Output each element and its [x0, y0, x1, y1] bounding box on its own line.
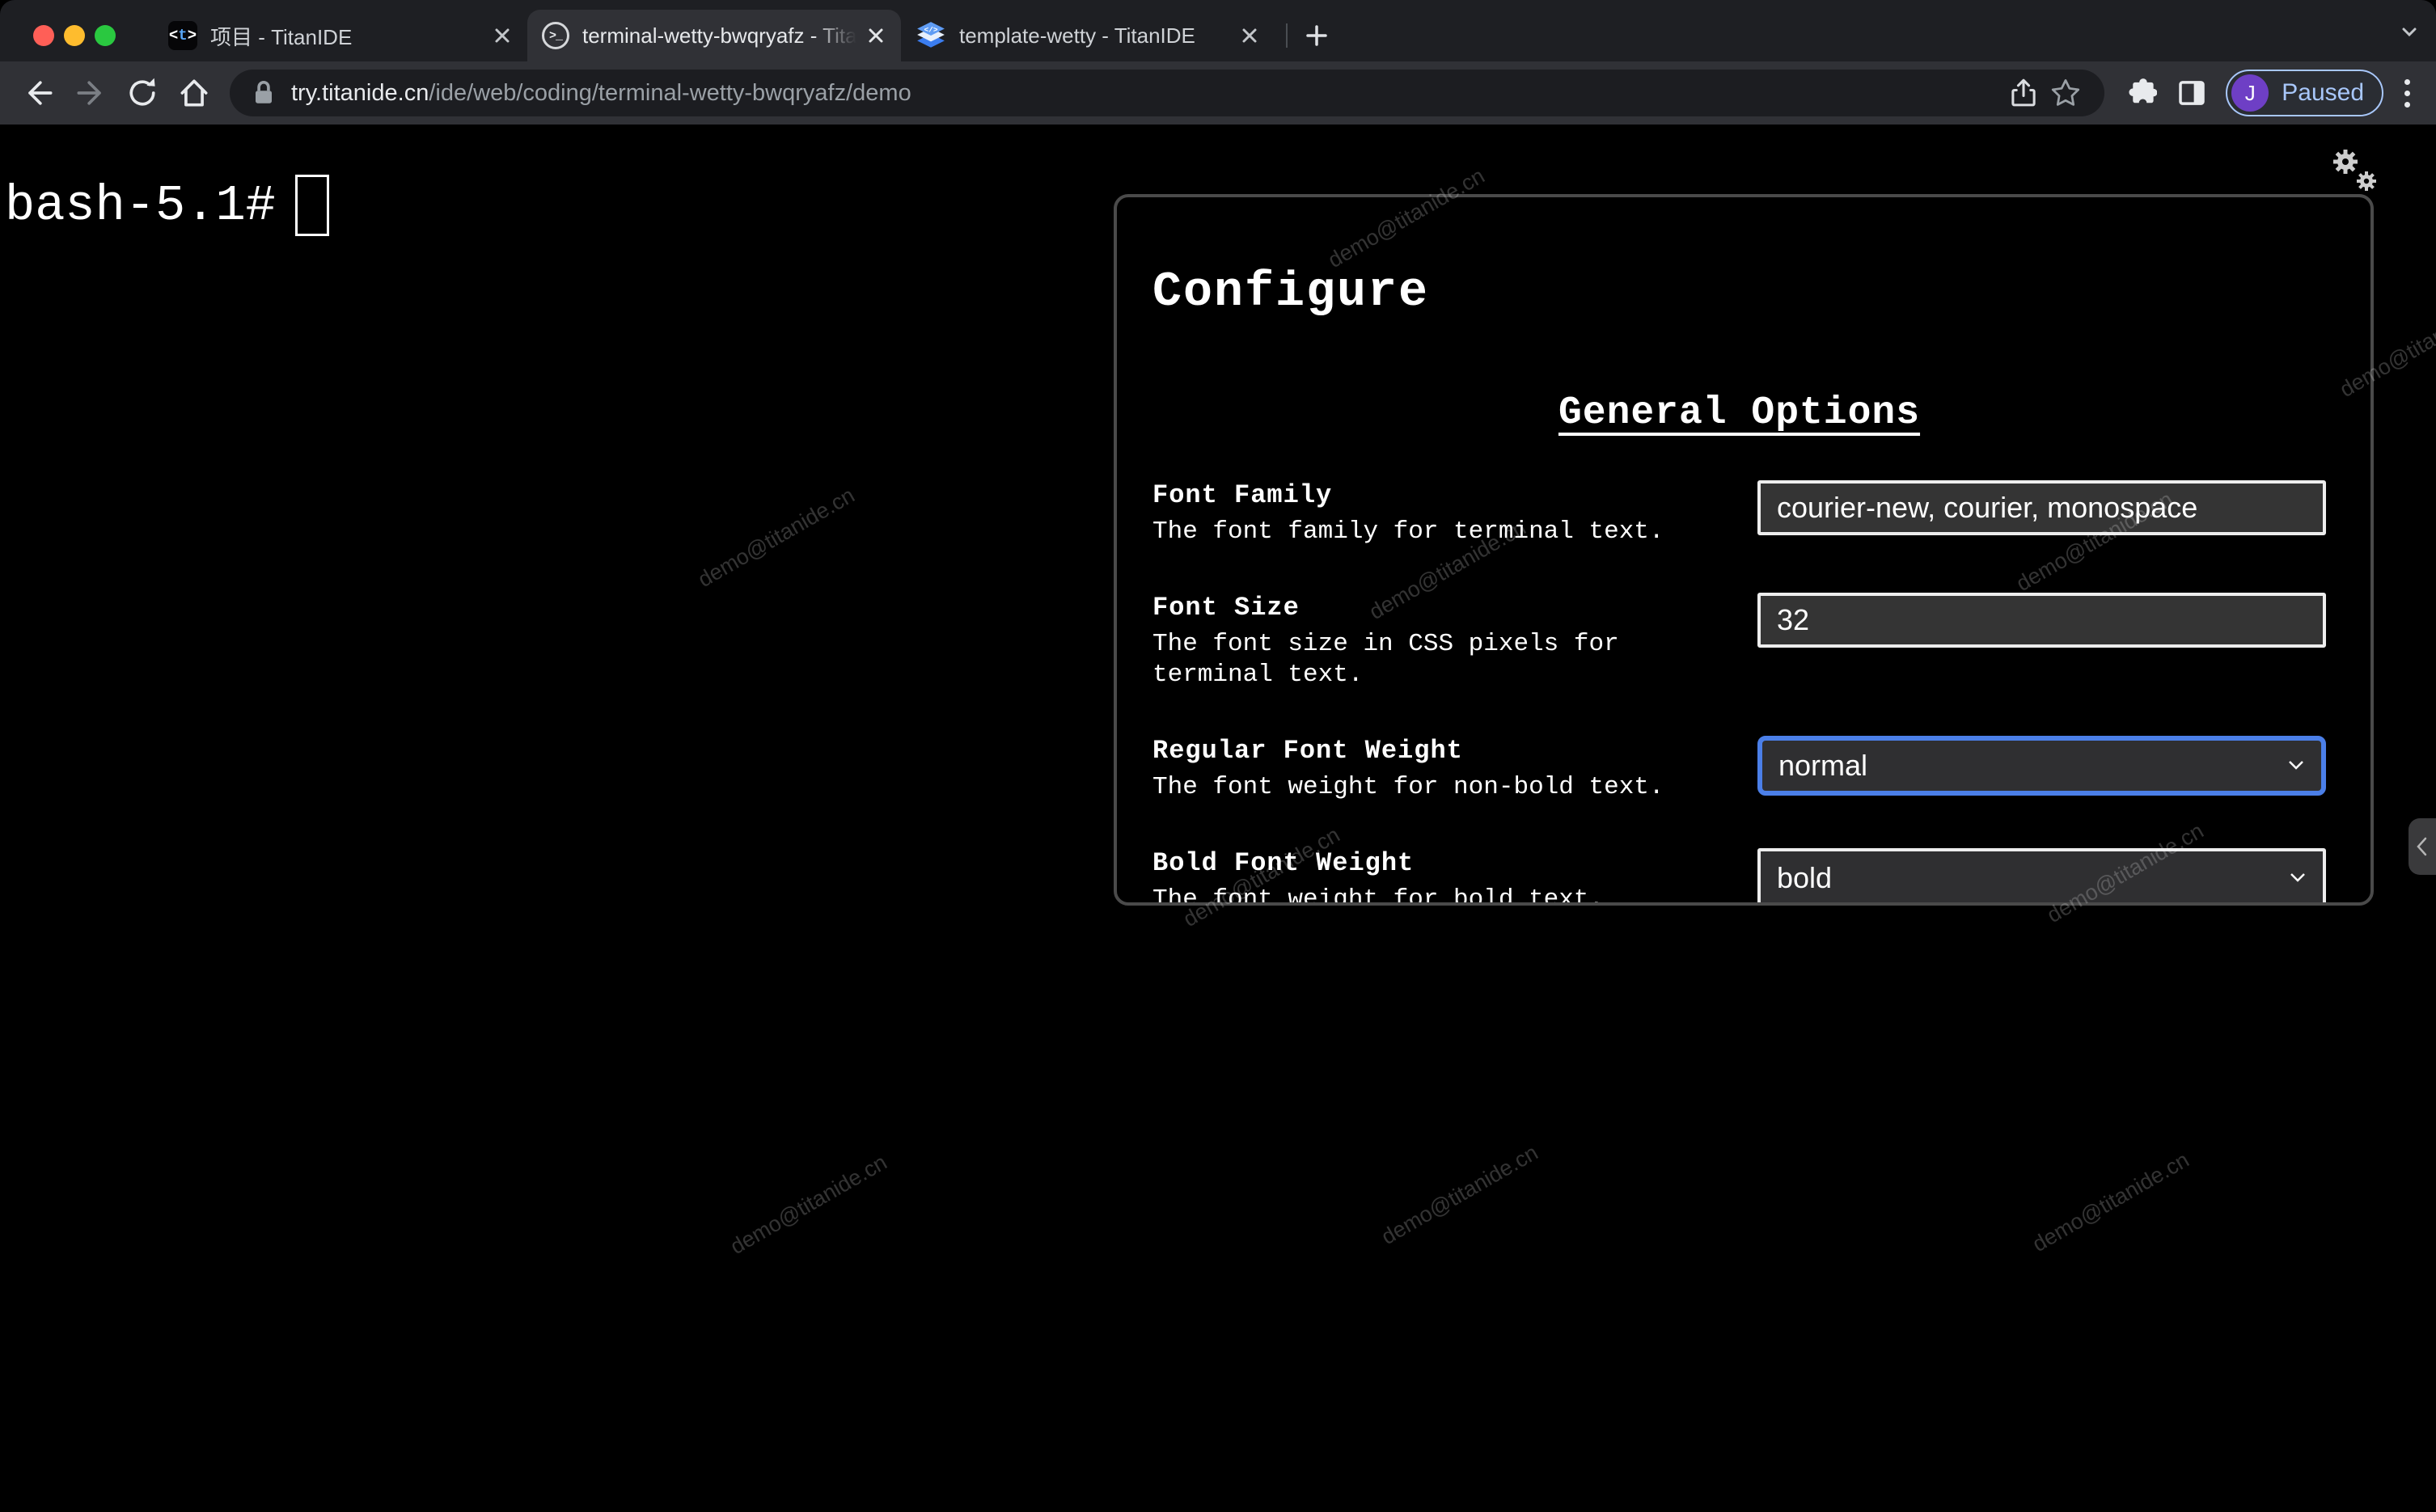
- traffic-minimize-button[interactable]: [64, 25, 85, 46]
- chevron-left-icon: [2417, 837, 2427, 856]
- new-tab-button[interactable]: [1299, 18, 1334, 53]
- field-description: The font size in CSS pixels for terminal…: [1152, 630, 1619, 689]
- tab-terminal-wetty[interactable]: >_ terminal-wetty-bwqryafz - TitanIDE: [527, 10, 901, 61]
- tabs-container: < t > 项目 - TitanIDE >_ terminal-wetty-bwqr…: [154, 10, 1334, 61]
- field-row-regular-font-weight: Regular Font Weight The font weight for …: [1152, 736, 2326, 803]
- terminal-prompt-line: bash-5.1#: [5, 175, 329, 236]
- bookmark-button[interactable]: [2045, 72, 2087, 114]
- template-layers-favicon: </>: [917, 22, 945, 48]
- browser-window: < t > 项目 - TitanIDE >_ terminal-wetty-bwqr…: [0, 0, 2436, 1512]
- lock-icon: [256, 81, 272, 103]
- reload-icon: [129, 78, 155, 106]
- tab-title: template-wetty - TitanIDE: [959, 23, 1195, 48]
- bold-font-weight-select[interactable]: bold: [1757, 848, 2326, 902]
- profile-paused-button[interactable]: J Paused: [2226, 70, 2383, 116]
- svg-text:</>: </>: [924, 25, 937, 34]
- tab-template-wetty[interactable]: </> template-wetty - TitanIDE: [901, 10, 1275, 61]
- watermark-text: demo@titanide.cn: [725, 1150, 891, 1260]
- titanide-code-favicon: < t >: [168, 21, 197, 50]
- plus-icon: [1306, 25, 1327, 46]
- star-icon: [2052, 79, 2080, 106]
- home-button[interactable]: [171, 70, 217, 116]
- close-tab-icon[interactable]: [862, 22, 890, 49]
- chevron-down-icon: [2289, 761, 2303, 770]
- back-arrow-icon: [28, 81, 53, 105]
- paused-status-label: Paused: [2282, 79, 2364, 106]
- watermark-text: demo@titanide.cn: [693, 483, 859, 593]
- field-row-font-family: Font Family The font family for terminal…: [1152, 480, 2326, 547]
- tab-title: 项目 - TitanIDE: [210, 24, 353, 49]
- puzzle-icon: [2129, 78, 2158, 103]
- url-path: /ide/web/coding/terminal-wetty-bwqryafz/…: [429, 79, 911, 106]
- chevron-down-icon: [2290, 873, 2305, 882]
- back-button[interactable]: [16, 70, 61, 116]
- share-button[interactable]: [2003, 72, 2045, 114]
- field-label: Font Size: [1152, 593, 1300, 623]
- field-description: The font family for terminal text.: [1152, 517, 1664, 546]
- home-icon: [180, 79, 208, 107]
- reload-button[interactable]: [120, 70, 165, 116]
- url-host: try.titanide.cn: [291, 79, 429, 106]
- tab-divider: [1286, 23, 1288, 48]
- tab-search-chevron-button[interactable]: [2397, 24, 2421, 44]
- terminal-cursor: [294, 175, 329, 236]
- close-tab-icon[interactable]: [488, 22, 516, 49]
- side-panel-icon: [2179, 81, 2205, 105]
- watermark-text: demo@titanide.cn: [1377, 1140, 1542, 1250]
- field-label: Bold Font Weight: [1152, 848, 1415, 878]
- selected-value: normal: [1778, 749, 1868, 782]
- profile-avatar: J: [2231, 74, 2269, 112]
- field-row-font-size: Font Size The font size in CSS pixels fo…: [1152, 593, 2326, 691]
- browser-toolbar: try.titanide.cn/ide/web/coding/terminal-…: [0, 61, 2436, 125]
- regular-font-weight-select[interactable]: normal: [1757, 736, 2326, 796]
- font-family-input[interactable]: [1757, 480, 2326, 535]
- selected-value: bold: [1777, 861, 1833, 894]
- configure-panel: Configure General Options Font Family Th…: [1114, 194, 2374, 906]
- tab-project-titanide[interactable]: < t > 项目 - TitanIDE: [154, 10, 527, 61]
- watermark-text: demo@titanide.cn: [2028, 1147, 2193, 1257]
- extensions-button[interactable]: [2117, 70, 2163, 116]
- browser-menu-button[interactable]: [2392, 78, 2423, 108]
- share-icon: [2011, 78, 2036, 107]
- tab-title: terminal-wetty-bwqryafz - TitanIDE: [582, 23, 862, 48]
- side-drawer-toggle[interactable]: [2409, 818, 2436, 875]
- field-row-bold-font-weight: Bold Font Weight The font weight for bol…: [1152, 848, 2326, 906]
- panel-title: Configure: [1152, 265, 1430, 320]
- font-size-input[interactable]: [1757, 593, 2326, 648]
- close-tab-icon[interactable]: [1236, 22, 1263, 49]
- forward-arrow-icon: [77, 81, 101, 105]
- side-panel-button[interactable]: [2169, 70, 2214, 116]
- chevron-down-icon: [2402, 27, 2417, 37]
- terminal-page: bash-5.1# Configure General Options Font…: [0, 125, 2436, 1512]
- field-description: The font weight for non-bold text.: [1152, 773, 1664, 801]
- terminal-prompt: bash-5.1#: [5, 176, 276, 234]
- terminal-circle-favicon: >_: [542, 22, 569, 49]
- field-label: Font Family: [1152, 480, 1333, 510]
- tab-strip: < t > 项目 - TitanIDE >_ terminal-wetty-bwqr…: [0, 0, 2436, 61]
- gear-icon: [2333, 150, 2376, 191]
- forward-button[interactable]: [68, 70, 113, 116]
- traffic-close-button[interactable]: [33, 25, 54, 46]
- section-title: General Options: [1558, 391, 1921, 435]
- url-bar[interactable]: try.titanide.cn/ide/web/coding/terminal-…: [230, 70, 2105, 116]
- field-description: The font weight for bold text.: [1152, 885, 1605, 906]
- traffic-zoom-button[interactable]: [95, 25, 116, 46]
- field-label: Regular Font Weight: [1152, 736, 1463, 766]
